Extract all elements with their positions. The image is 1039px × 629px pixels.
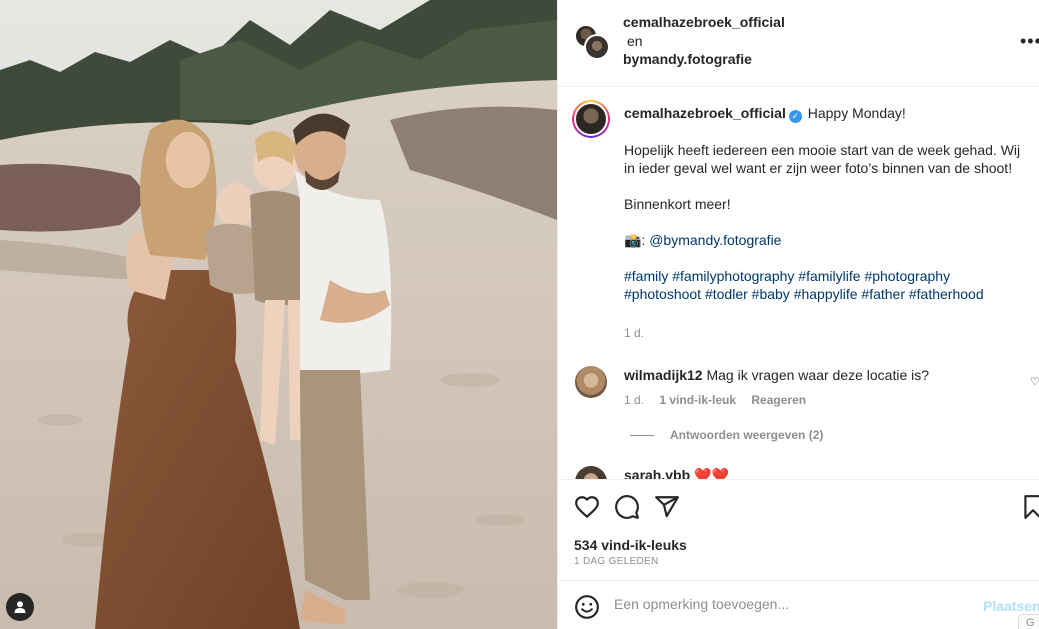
hashtags-line[interactable]: #family #familyphotography #familylife #… [624,267,1024,285]
comment-text: wilmadijk12 Mag ik vragen waar deze loca… [624,367,929,383]
post-date[interactable]: 1 DAG GELEDEN [574,556,658,567]
header-connector: en [627,33,643,49]
collab-avatars[interactable] [574,24,610,60]
post-header: cemalhazebroek_official en bymandy.fotog… [558,0,1039,87]
caption-paragraph: Binnenkort meer! [624,196,731,212]
mention-link[interactable]: @bymandy.fotografie [649,232,781,248]
grammar-badge[interactable]: G [1018,614,1039,629]
comment-body: ❤️❤️ [694,467,729,479]
avatar [584,34,610,60]
comment-username-link[interactable]: wilmadijk12 [624,367,703,383]
save-button[interactable] [1020,494,1039,520]
likes-count[interactable]: 534 vind-ik-leuks [574,537,687,553]
comment-input[interactable] [614,596,974,612]
comment-icon [615,495,639,519]
avatar[interactable] [575,466,607,479]
avatar[interactable] [575,366,607,398]
divider [630,435,654,437]
comment-likes[interactable]: 1 vind-ik-leuk [659,393,736,407]
smiley-icon [575,595,599,619]
caption-first-line: Happy Monday! [807,105,906,121]
caption-avatar[interactable] [572,100,610,138]
family-photo [0,0,557,629]
header-username-link[interactable]: cemalhazebroek_official [623,14,785,30]
post-photo[interactable] [0,0,557,629]
comments-section: cemalhazebroek_official ✓ Happy Monday! H… [558,88,1039,479]
caption-timestamp[interactable]: 1 d. [624,326,644,340]
like-button[interactable] [574,494,600,520]
add-comment-bar: Plaatsen G [558,580,1039,629]
share-button[interactable] [654,494,680,520]
comment-username-link[interactable]: sarah.vbb [624,467,690,479]
user-tag-icon [14,601,26,613]
paper-plane-icon [655,496,679,518]
comment-button[interactable] [614,494,640,520]
bookmark-icon [1024,495,1039,519]
comment-meta: 1 d. 1 vind-ik-leuk Reageren [624,393,818,407]
camera-emoji: 📸 [624,232,642,248]
post-sidebar: cemalhazebroek_official en bymandy.fotog… [557,0,1039,629]
view-replies-label: Antwoorden weergeven (2) [670,428,824,442]
view-replies-button[interactable]: Antwoorden weergeven (2) [630,428,823,442]
comment-body: Mag ik vragen waar deze locatie is? [706,367,930,383]
header-collaborator-link[interactable]: bymandy.fotografie [623,51,752,67]
user-tag-button[interactable] [6,593,34,621]
comment-text: sarah.vbb ❤️❤️ [624,467,729,479]
comment-like-button[interactable]: ♡ [1030,375,1039,388]
heart-icon: ♡ [1030,376,1039,388]
heart-icon [575,496,599,519]
more-options-button[interactable]: ••• [1020,31,1039,51]
verified-badge-icon: ✓ [788,110,802,123]
post-caption: cemalhazebroek_official ✓ Happy Monday! H… [624,104,1024,303]
comment-timestamp[interactable]: 1 d. [624,393,644,407]
reply-button[interactable]: Reageren [751,393,806,407]
hashtags-line[interactable]: #photoshoot #todler #baby #happylife #fa… [624,285,1024,303]
more-horizontal-icon: ••• [1020,31,1039,51]
avatar [574,102,608,136]
post-comment-button[interactable]: Plaatsen [983,598,1039,614]
emoji-button[interactable] [574,594,600,620]
credit-separator: : [641,232,646,248]
post-actions: 534 vind-ik-leuks 1 DAG GELEDEN [558,479,1039,579]
caption-username-link[interactable]: cemalhazebroek_official [624,105,786,121]
caption-paragraph: Hopelijk heeft iedereen een mooie start … [624,142,1021,176]
